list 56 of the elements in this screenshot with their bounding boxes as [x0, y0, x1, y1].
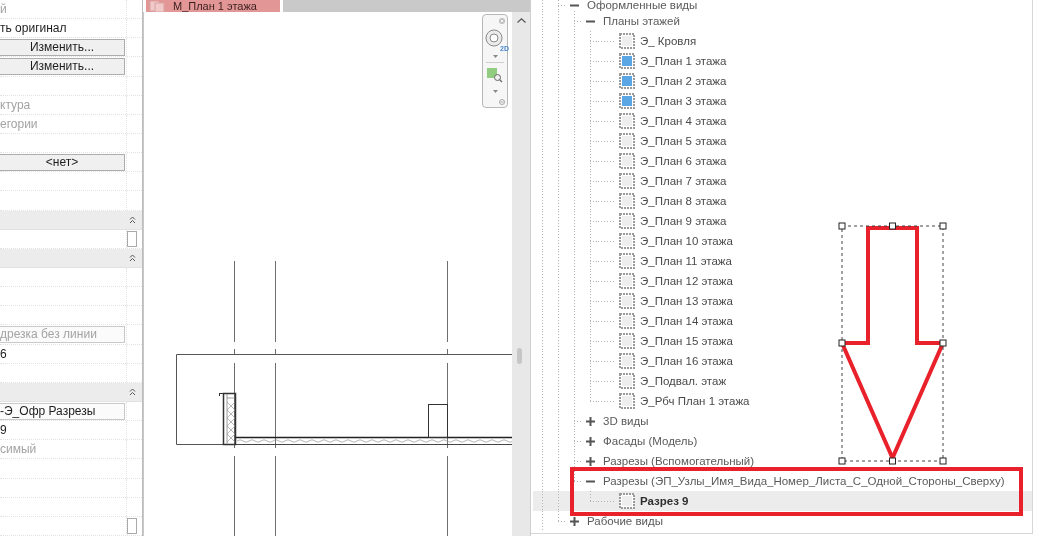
property-button[interactable]: Изменить... [0, 38, 125, 56]
equipment-block [428, 404, 448, 438]
scrollbar-thumb[interactable] [517, 348, 522, 364]
plus-icon[interactable] [585, 456, 595, 466]
collapse-icon[interactable] [129, 253, 136, 262]
caret-icon[interactable] [492, 55, 498, 58]
tree-item[interactable]: Э_План 12 этажа [533, 271, 1032, 291]
property-value: й [0, 2, 7, 17]
property-button[interactable]: Изменить... [0, 58, 125, 75]
plus-icon[interactable] [569, 516, 579, 526]
tree-item[interactable]: Э_План 8 этажа [533, 191, 1032, 211]
plus-icon[interactable] [585, 436, 595, 446]
square-icon [127, 230, 137, 247]
property-value: егории [0, 116, 38, 131]
property-value: ктура [0, 97, 31, 112]
tree-item[interactable]: Э_План 6 этажа [533, 151, 1032, 171]
tree-item[interactable]: Э_План 9 этажа [533, 211, 1032, 231]
tree-item[interactable]: Э_Подвал. этаж [533, 371, 1032, 391]
document-icon [149, 0, 165, 12]
tree-item[interactable]: Э_План 11 этажа [533, 251, 1032, 271]
tree-item[interactable]: Разрезы (Вспомогательный) [533, 451, 1032, 471]
tree-item[interactable]: 3D виды [533, 411, 1032, 431]
tree-item[interactable]: Э_План 10 этажа [533, 231, 1032, 251]
scroll-up-icon[interactable] [516, 18, 526, 23]
property-value: ть оригинал [0, 21, 67, 36]
scrollbar-track[interactable] [512, 12, 530, 536]
tree-item[interactable]: Рабочие виды [533, 511, 1032, 531]
property-value: симый [0, 442, 37, 457]
tree-item[interactable]: Э_План 14 этажа [533, 311, 1032, 331]
tree-item[interactable]: Разрезы (ЭП_Узлы_Имя_Вида_Номер_Листа_С_Одной_Стороны_Сверху) [533, 471, 1032, 491]
tree-item[interactable]: Разрез 9 [533, 491, 1032, 511]
tree-item[interactable]: Э_ Кровля [533, 31, 1032, 51]
caret-icon[interactable] [492, 90, 498, 93]
plus-icon[interactable] [585, 416, 595, 426]
tree-item[interactable]: Э_План 15 этажа [533, 331, 1032, 351]
tree-item[interactable]: Э_План 4 этажа [533, 111, 1032, 131]
property-value: 9 [0, 423, 7, 438]
view-tab[interactable]: М_План 1 этажа [146, 0, 280, 12]
tree-item[interactable]: Э_План 5 этажа [533, 131, 1032, 151]
tree-item[interactable]: Э_План 7 этажа [533, 171, 1032, 191]
property-button[interactable]: <нет> [0, 153, 125, 171]
tree-item[interactable]: Фасады (Модель) [533, 431, 1032, 451]
tree-item[interactable]: Э_План 3 этажа [533, 91, 1032, 111]
wall-section [218, 392, 237, 446]
tree-item[interactable]: Оформленные виды [533, 0, 1032, 11]
tree-item[interactable]: Э_План 1 этажа [533, 51, 1032, 71]
tree-item[interactable]: Э_План 2 этажа [533, 71, 1032, 91]
tree-item[interactable]: Э_План 16 этажа [533, 351, 1032, 371]
collapse-icon[interactable] [129, 387, 136, 396]
tree-item[interactable]: Э_План 13 этажа [533, 291, 1032, 311]
collapse-icon[interactable] [129, 215, 136, 224]
tree-item[interactable]: Планы этажей [533, 11, 1032, 31]
property-value: 6 [0, 346, 7, 361]
property-field[interactable]: -Э_Офр Разрезы [0, 402, 125, 420]
zoom-icon[interactable] [487, 68, 503, 83]
tree-item[interactable]: Э_Рбч План 1 этажа [533, 391, 1032, 411]
